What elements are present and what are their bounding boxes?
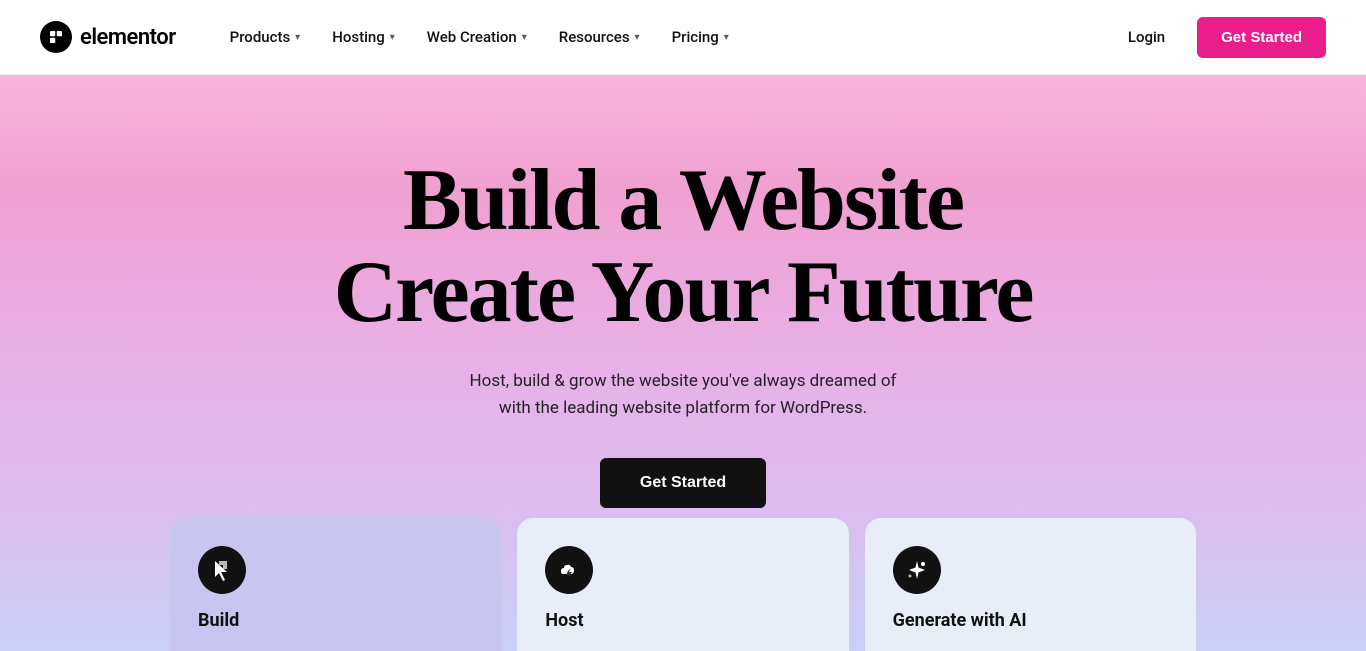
hero-subtitle: Host, build & grow the website you've al… [470,368,897,422]
build-icon [198,546,246,594]
nav-actions: Login Get Started [1112,17,1326,58]
host-icon [545,546,593,594]
hero-subtitle-line1: Host, build & grow the website you've al… [470,371,897,391]
chevron-down-icon: ▾ [295,32,300,43]
logo-icon [40,21,72,53]
nav-label-web-creation: Web Creation [427,28,517,46]
hero-title: Build a Website Create Your Future [334,155,1033,340]
chevron-down-icon: ▾ [390,32,395,43]
hero-cta-button[interactable]: Get Started [600,458,766,508]
feature-cards-row: Build Host Gene [0,518,1366,651]
hero-title-line2: Create Your Future [334,244,1033,341]
card-build-label: Build [198,610,473,631]
chevron-down-icon: ▾ [522,32,527,43]
hero-subtitle-line2: with the leading website platform for Wo… [499,398,867,418]
nav-label-hosting: Hosting [332,28,385,46]
nav-item-resources[interactable]: Resources ▾ [545,20,654,54]
hero-title-line1: Build a Website [403,152,963,249]
nav-item-hosting[interactable]: Hosting ▾ [318,20,409,54]
chevron-down-icon: ▾ [635,32,640,43]
card-build[interactable]: Build [170,518,501,651]
card-ai[interactable]: Generate with AI [865,518,1196,651]
card-host[interactable]: Host [517,518,848,651]
nav-item-pricing[interactable]: Pricing ▾ [658,20,743,54]
logo-wordmark: elementor [80,25,176,50]
login-button[interactable]: Login [1112,20,1181,54]
card-host-label: Host [545,610,820,631]
nav-label-products: Products [230,28,291,46]
nav-menu: Products ▾ Hosting ▾ Web Creation ▾ Reso… [216,20,1112,54]
ai-icon [893,546,941,594]
nav-label-resources: Resources [559,28,630,46]
nav-label-pricing: Pricing [672,28,719,46]
logo[interactable]: elementor [40,21,176,53]
hero-section: Build a Website Create Your Future Host,… [0,75,1366,651]
navbar: elementor Products ▾ Hosting ▾ Web Creat… [0,0,1366,75]
nav-item-products[interactable]: Products ▾ [216,20,315,54]
get-started-button-nav[interactable]: Get Started [1197,17,1326,58]
nav-item-web-creation[interactable]: Web Creation ▾ [413,20,541,54]
chevron-down-icon: ▾ [724,32,729,43]
card-ai-label: Generate with AI [893,610,1168,631]
